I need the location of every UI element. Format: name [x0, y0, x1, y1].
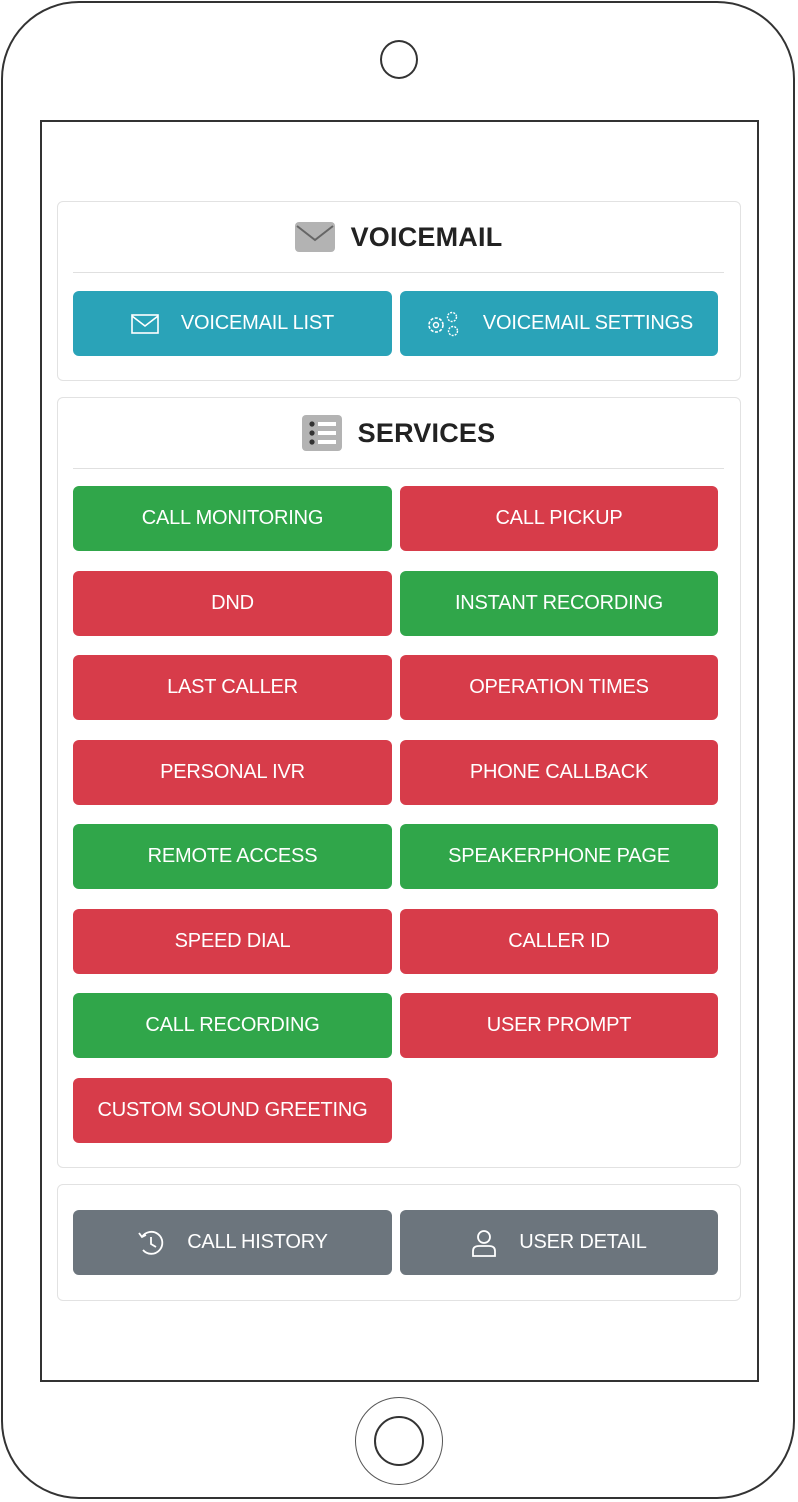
services-title: SERVICES — [357, 417, 496, 448]
service-button-speed-dial[interactable]: SPEED DIAL — [73, 908, 392, 974]
voicemail-header: VOICEMAIL — [73, 202, 724, 273]
service-label: PERSONAL IVR — [160, 760, 305, 783]
service-label: INSTANT RECORDING — [454, 591, 664, 614]
service-label: DND — [211, 591, 254, 614]
user-icon — [471, 1229, 497, 1257]
service-button-personal-ivr[interactable]: PERSONAL IVR — [73, 739, 392, 805]
voicemail-settings-label: VOICEMAIL SETTINGS — [482, 312, 694, 334]
envelope-icon — [131, 313, 159, 334]
history-icon — [137, 1229, 165, 1257]
user-detail-label: USER DETAIL — [519, 1231, 647, 1253]
service-button-operation-times[interactable]: OPERATION TIMES — [400, 655, 718, 720]
user-detail-button[interactable]: USER DETAIL — [400, 1210, 718, 1275]
service-label: PHONE CALLBACK — [469, 760, 649, 783]
service-button-dnd[interactable]: DND — [73, 570, 392, 636]
service-button-caller-id[interactable]: CALLER ID — [400, 908, 718, 974]
service-label: CUSTOM SOUND GREETING — [97, 1098, 368, 1121]
voicemail-title: VOICEMAIL — [350, 221, 503, 252]
voicemail-list-label: VOICEMAIL LIST — [180, 312, 335, 334]
call-history-button[interactable]: CALL HISTORY — [73, 1210, 392, 1275]
service-label: LAST CALLER — [167, 676, 298, 698]
services-header: SERVICES — [73, 398, 724, 469]
voicemail-settings-button[interactable]: VOICEMAIL SETTINGS — [400, 291, 718, 356]
service-label: SPEAKERPHONE PAGE — [448, 845, 670, 867]
service-label: CALL MONITORING — [141, 507, 324, 529]
service-label: CALL PICKUP — [495, 507, 623, 529]
service-button-custom-sound-greeting[interactable]: CUSTOM SOUND GREETING — [73, 1077, 392, 1143]
service-button-last-caller[interactable]: LAST CALLER — [73, 655, 392, 720]
service-button-call-monitoring[interactable]: CALL MONITORING — [73, 486, 392, 551]
list-icon — [301, 415, 342, 451]
service-button-call-pickup[interactable]: CALL PICKUP — [400, 486, 718, 551]
camera-icon — [380, 40, 418, 79]
voicemail-list-button[interactable]: VOICEMAIL LIST — [73, 291, 392, 356]
service-label: USER PROMPT — [486, 1014, 632, 1036]
service-button-phone-callback[interactable]: PHONE CALLBACK — [400, 739, 718, 805]
service-button-speakerphone-page[interactable]: SPEAKERPHONE PAGE — [400, 824, 718, 889]
service-label: CALLER ID — [508, 929, 610, 952]
gears-icon — [425, 310, 461, 338]
service-label: CALL RECORDING — [145, 1014, 320, 1036]
service-label: OPERATION TIMES — [469, 676, 649, 698]
call-history-label: CALL HISTORY — [187, 1231, 328, 1253]
service-button-instant-recording[interactable]: INSTANT RECORDING — [400, 570, 718, 636]
service-label: SPEED DIAL — [174, 929, 291, 952]
service-button-remote-access[interactable]: REMOTE ACCESS — [73, 824, 392, 889]
envelope-icon — [294, 222, 335, 252]
home-button-inner-icon — [374, 1416, 424, 1466]
service-label: REMOTE ACCESS — [147, 845, 318, 867]
service-button-user-prompt[interactable]: USER PROMPT — [400, 993, 718, 1058]
service-button-call-recording[interactable]: CALL RECORDING — [73, 993, 392, 1058]
